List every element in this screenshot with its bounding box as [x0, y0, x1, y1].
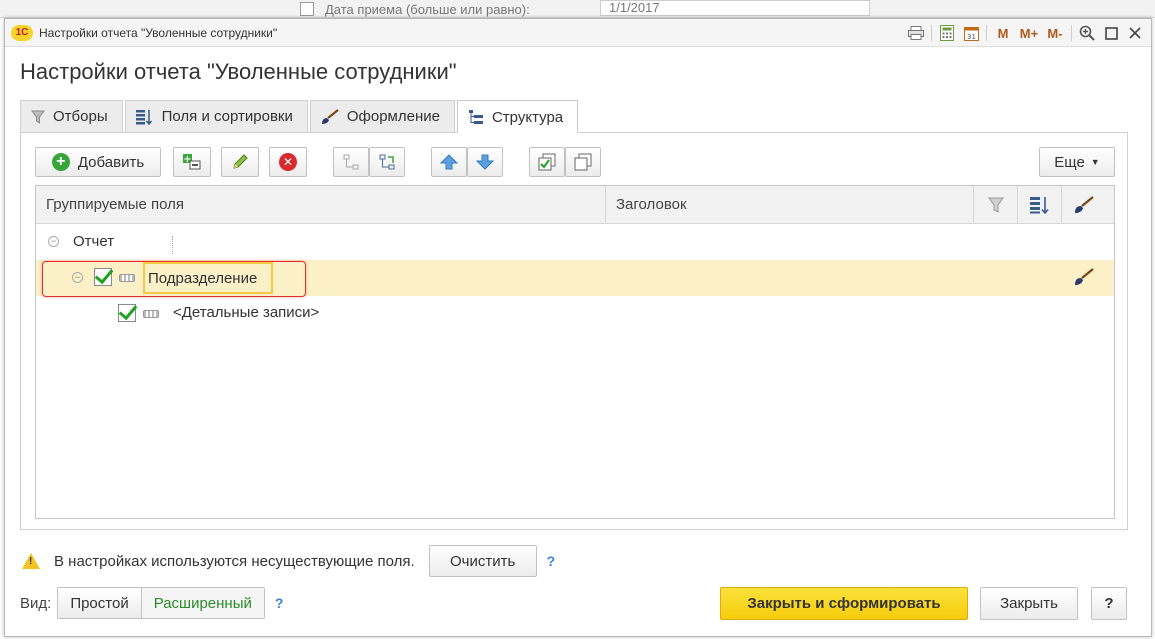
group-button[interactable]	[333, 147, 369, 177]
plus-icon: +	[51, 153, 70, 171]
group-icon	[343, 154, 359, 170]
structure-icon	[468, 109, 484, 125]
brush-icon	[1075, 196, 1094, 213]
close-and-generate-button[interactable]: Закрыть и сформировать	[720, 587, 968, 620]
tab-fields-sorting[interactable]: Поля и сортировки	[124, 100, 308, 132]
view-extended-option[interactable]: Расширенный	[141, 588, 264, 618]
edit-button[interactable]	[221, 147, 259, 177]
warning-icon	[22, 553, 40, 569]
tab-label: Оформление	[346, 108, 440, 125]
row-checkbox[interactable]	[118, 304, 136, 322]
memory-plus-button[interactable]: M+	[1016, 22, 1042, 44]
filter-icon	[987, 197, 1004, 213]
uncheck-all-icon	[574, 153, 592, 171]
column-divider	[172, 236, 173, 254]
tab-structure[interactable]: Структура	[456, 100, 579, 133]
delete-icon: ✕	[279, 153, 297, 171]
column-header-title[interactable]: Заголовок	[606, 186, 974, 224]
column-header-grouped-fields[interactable]: Группируемые поля	[36, 186, 606, 224]
uncheck-all-button[interactable]	[565, 147, 601, 177]
add-field-icon: +	[183, 154, 201, 170]
separator	[986, 25, 987, 41]
sort-icon	[135, 109, 154, 125]
move-up-button[interactable]	[431, 147, 467, 177]
check-all-icon	[538, 153, 556, 171]
add-button-label: Добавить	[77, 153, 145, 171]
help-button[interactable]: ?	[1091, 587, 1127, 620]
add-field-button[interactable]: +	[173, 147, 211, 177]
move-down-button[interactable]	[467, 147, 503, 177]
field-icon	[143, 310, 159, 318]
column-header-sort[interactable]	[1018, 186, 1062, 224]
warning-text: В настройках используются несуществующие…	[54, 552, 415, 570]
settings-dialog: 1С Настройки отчета "Уволенные сотрудник…	[4, 18, 1152, 637]
highlight-frame	[42, 261, 306, 297]
help-icon[interactable]: ?	[547, 553, 556, 569]
separator	[931, 25, 932, 41]
ungroup-icon	[379, 154, 395, 170]
titlebar: 1С Настройки отчета "Уволенные сотрудник…	[5, 19, 1151, 47]
row-label: Отчет	[73, 233, 115, 250]
delete-button[interactable]: ✕	[269, 147, 307, 177]
structure-panel: + Добавить + ✕ Еще ▼ Группируемые поля З…	[20, 132, 1128, 530]
move-down-icon	[476, 154, 494, 170]
view-simple-option[interactable]: Простой	[58, 588, 142, 618]
check-all-button[interactable]	[529, 147, 565, 177]
brush-icon[interactable]	[1074, 268, 1094, 289]
column-header-filter[interactable]	[974, 186, 1018, 224]
memory-m-button[interactable]: M	[990, 22, 1016, 44]
close-icon[interactable]	[1123, 22, 1147, 44]
tree-row-department[interactable]: − Подразделение	[36, 260, 1114, 297]
warning-bar: В настройках используются несуществующие…	[22, 544, 555, 578]
separator	[1071, 25, 1072, 41]
view-mode-switch: Простой Расширенный	[57, 587, 265, 619]
filter-icon	[31, 110, 45, 124]
print-icon[interactable]	[904, 22, 928, 44]
clear-button[interactable]: Очистить	[428, 545, 537, 577]
move-up-icon	[440, 154, 458, 170]
maximize-icon[interactable]	[1099, 22, 1123, 44]
more-button-label: Еще	[1054, 153, 1085, 171]
page-title: Настройки отчета "Уволенные сотрудники"	[20, 59, 457, 84]
tree-row-report[interactable]: − Отчет	[36, 224, 1114, 260]
memory-minus-button[interactable]: M-	[1042, 22, 1068, 44]
background-date-field: 1/1/2017	[600, 0, 870, 16]
titlebar-icons: 31 M M+ M-	[904, 22, 1147, 44]
view-mode: Вид: Простой Расширенный ?	[20, 586, 283, 620]
sort-icon	[1029, 197, 1049, 214]
background-field-label: Дата приема (больше или равно):	[325, 2, 530, 17]
tab-label: Структура	[491, 108, 564, 126]
svg-text:31: 31	[967, 33, 976, 41]
tab-bar: Отборы Поля и сортировки Оформление Стру…	[20, 100, 580, 133]
tab-design[interactable]: Оформление	[309, 100, 455, 132]
background-window: Дата приема (больше или равно): 1/1/2017	[0, 0, 1155, 18]
window-title: Настройки отчета "Уволенные сотрудники"	[39, 26, 278, 40]
collapse-icon[interactable]: −	[48, 236, 59, 247]
tree-row-detail-records[interactable]: <Детальные записи>	[36, 296, 1114, 332]
view-label: Вид:	[20, 594, 52, 612]
column-header-design[interactable]	[1062, 186, 1106, 224]
ungroup-button[interactable]	[369, 147, 405, 177]
table-header: Группируемые поля Заголовок	[36, 186, 1114, 224]
zoom-icon[interactable]	[1075, 22, 1099, 44]
row-label: <Детальные записи>	[173, 304, 320, 321]
tab-label: Отборы	[53, 108, 108, 125]
add-button[interactable]: + Добавить	[35, 147, 161, 177]
chevron-down-icon: ▼	[1090, 157, 1100, 167]
more-button[interactable]: Еще ▼	[1039, 147, 1115, 177]
structure-tree[interactable]: Группируемые поля Заголовок − Отчет − По…	[35, 185, 1115, 519]
tab-filters[interactable]: Отборы	[20, 100, 123, 132]
calculator-icon[interactable]	[935, 22, 959, 44]
brush-icon	[321, 108, 339, 125]
help-icon[interactable]: ?	[275, 595, 284, 611]
calendar-icon[interactable]: 31	[959, 22, 983, 44]
structure-toolbar: + Добавить + ✕ Еще ▼	[35, 147, 1115, 177]
close-button[interactable]: Закрыть	[980, 587, 1078, 620]
app-logo-icon: 1С	[11, 25, 33, 41]
background-checkbox	[300, 2, 314, 16]
tab-label: Поля и сортировки	[161, 108, 293, 125]
pencil-icon	[233, 154, 248, 169]
